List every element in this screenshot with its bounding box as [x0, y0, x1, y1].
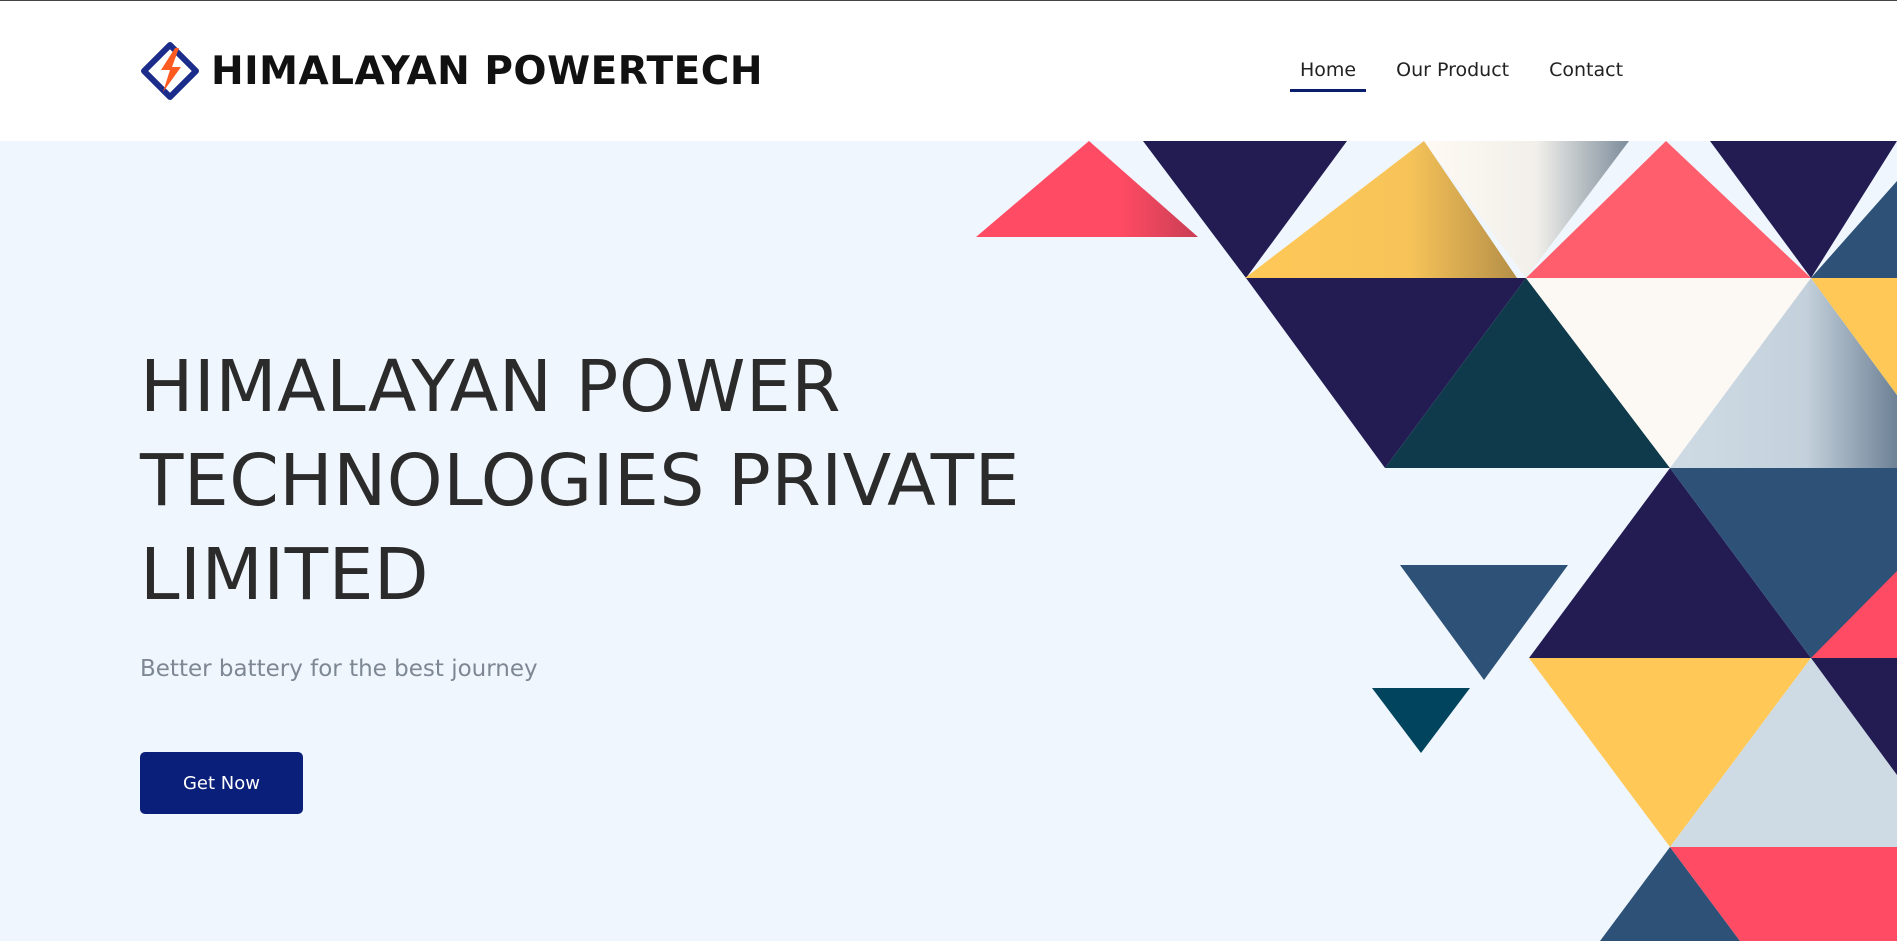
brand-name: HIMALAYAN POWERTECH [211, 48, 764, 94]
nav-home[interactable]: Home [1290, 55, 1367, 92]
nav-our-product[interactable]: Our Product [1386, 55, 1519, 92]
hero-title-line-1: HIMALAYAN POWER [140, 345, 842, 428]
lightning-diamond-icon [141, 42, 199, 100]
brand[interactable]: HIMALAYAN POWERTECH [139, 41, 763, 101]
hero-title-line-3: LIMITED [140, 533, 430, 616]
nav-contact[interactable]: Contact [1539, 55, 1633, 92]
triangle-teal-small [1372, 688, 1470, 753]
hero-title-line-2: TECHNOLOGIES PRIVATE [140, 439, 1020, 522]
hero-subtitle: Better battery for the best journey [140, 656, 538, 682]
site-header: HIMALAYAN POWERTECH Home Our Product Con… [0, 1, 1897, 141]
hero-heading-block: HIMALAYAN POWER TECHNOLOGIES PRIVATE LIM… [140, 340, 1040, 622]
main-nav: Home Our Product Contact [1290, 55, 1653, 92]
get-now-button[interactable]: Get Now [140, 752, 303, 814]
hero-title: HIMALAYAN POWER TECHNOLOGIES PRIVATE LIM… [140, 340, 1040, 622]
